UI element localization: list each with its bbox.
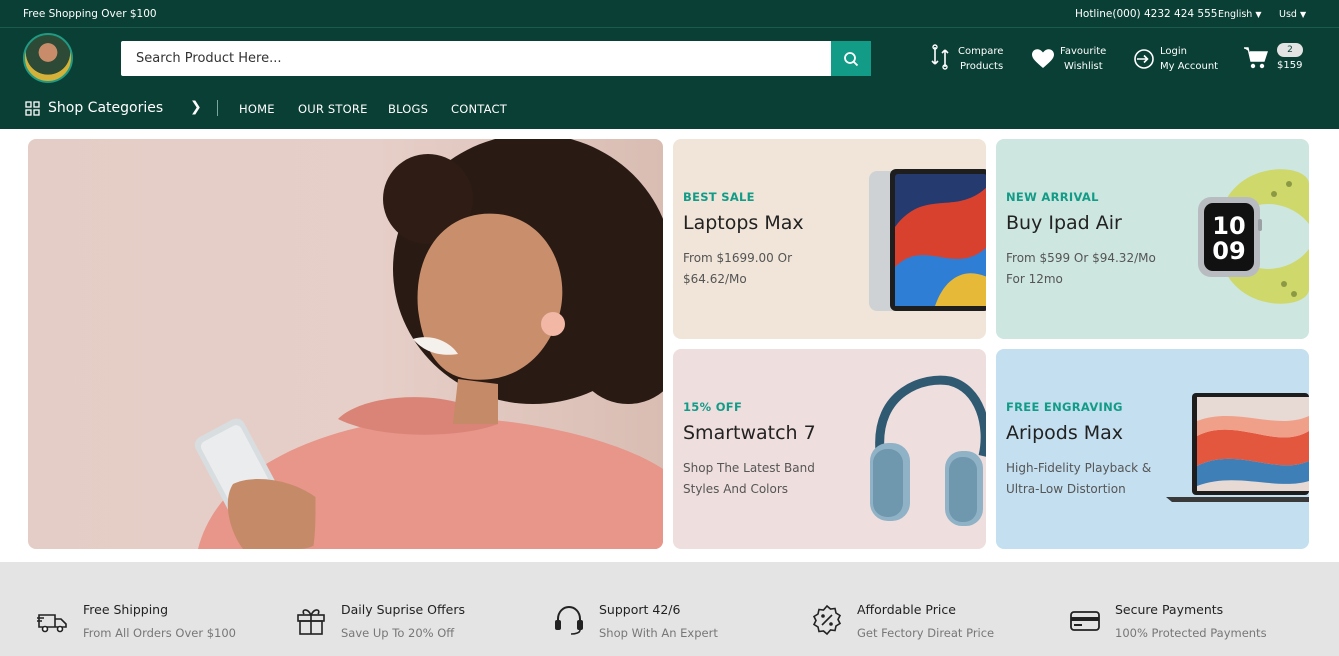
promo-text: Free Shopping Over $100: [23, 8, 157, 20]
hotline-text: Hotline(000) 4232 424 555: [1075, 8, 1218, 20]
feature-title: Secure Payments: [1115, 602, 1224, 617]
smartwatch-image: 10 09: [1198, 169, 1309, 304]
card-title: Aripods Max: [1006, 422, 1124, 444]
hero-image: [194, 139, 663, 549]
search-input[interactable]: [121, 41, 831, 76]
truck-icon: [37, 614, 67, 633]
feature-title: Daily Suprise Offers: [341, 602, 465, 617]
card-tag: BEST SALE: [683, 190, 755, 204]
headphones-image: [870, 375, 986, 526]
cart-count-badge: 2: [1277, 43, 1303, 57]
feature-subtitle: Save Up To 20% Off: [341, 626, 455, 640]
login-icon: [1134, 49, 1154, 69]
cart-total: $159: [1277, 60, 1303, 71]
search-icon: [844, 51, 859, 66]
card-description: High-Fidelity Playback & Ultra-Low Disto…: [1006, 461, 1152, 496]
feature-subtitle: Get Fectory Direat Price: [857, 626, 995, 640]
feature-subtitle: From All Orders Over $100: [83, 626, 236, 640]
promo-card-laptops[interactable]: BEST SALE Laptops Max From $1699.00 Or $…: [673, 139, 986, 339]
headset-icon: [555, 605, 583, 635]
header: Compare Products Favourite Wishlist Logi…: [0, 28, 1339, 89]
top-bar: Free Shopping Over $100 Hotline(000) 423…: [0, 0, 1339, 28]
shop-categories-button[interactable]: Shop Categories: [25, 100, 163, 116]
nav-contact[interactable]: CONTACT: [451, 102, 507, 116]
card-title: Smartwatch 7: [683, 422, 816, 444]
chevron-down-icon: ▼: [1255, 10, 1262, 19]
laptop-image: [1166, 393, 1309, 502]
feature-title: Affordable Price: [857, 602, 956, 617]
main-nav: Shop Categories ❯ HOME OUR STORE BLOGS C…: [0, 89, 1339, 129]
shop-categories-label: Shop Categories: [48, 100, 164, 116]
currency-select[interactable]: Usd ▼: [1279, 9, 1306, 20]
compare-icon: [931, 44, 949, 70]
features-strip: Free Shipping From All Orders Over $100 …: [0, 562, 1339, 656]
card-description: From $1699.00 Or $64.62/Mo: [683, 251, 792, 286]
card-title: Laptops Max: [683, 212, 804, 234]
gift-icon: [297, 609, 325, 635]
nav-blogs[interactable]: BLOGS: [388, 102, 428, 116]
logo-avatar[interactable]: [23, 33, 73, 83]
card-tag: 15% OFF: [683, 400, 743, 414]
cart-icon: [1244, 47, 1268, 69]
watch-minute: 09: [1212, 237, 1245, 265]
feature-title: Support 42/6: [599, 602, 681, 617]
heart-icon: [1032, 49, 1054, 68]
chevron-down-icon: ▼: [1299, 10, 1307, 19]
feature-subtitle: Shop With An Expert: [599, 626, 718, 640]
card-icon: [1070, 611, 1100, 631]
card-description: From $599 Or $94.32/Mo For 12mo: [1006, 251, 1156, 286]
chevron-right-icon[interactable]: ❯: [190, 99, 202, 115]
language-select[interactable]: English ▼: [1218, 9, 1261, 20]
promo-card-airpods-max[interactable]: FREE ENGRAVING Aripods Max High-Fidelity…: [996, 349, 1309, 549]
search-button[interactable]: [831, 41, 871, 76]
ipad-image: [869, 169, 986, 311]
card-description: Shop The Latest Band Styles And Colors: [683, 461, 815, 496]
promo-card-ipad-air[interactable]: 10 09 NEW ARRIVAL Buy Ipad Air From $599…: [996, 139, 1309, 339]
feature-title: Free Shipping: [83, 602, 169, 617]
promo-card-smartwatch[interactable]: 15% OFF Smartwatch 7 Shop The Latest Ban…: [673, 349, 986, 549]
card-tag: FREE ENGRAVING: [1006, 400, 1123, 414]
discount-badge-icon: [812, 604, 842, 636]
card-title: Buy Ipad Air: [1006, 212, 1122, 234]
nav-our-store[interactable]: OUR STORE: [298, 102, 368, 116]
search-bar: [121, 41, 871, 76]
nav-home[interactable]: HOME: [239, 102, 275, 116]
hero-banner[interactable]: [28, 139, 663, 549]
feature-subtitle: 100% Protected Payments: [1115, 626, 1267, 640]
watch-hour: 10: [1212, 212, 1245, 240]
grid-icon: [25, 100, 40, 116]
nav-divider: [217, 100, 218, 116]
card-tag: NEW ARRIVAL: [1006, 190, 1099, 204]
